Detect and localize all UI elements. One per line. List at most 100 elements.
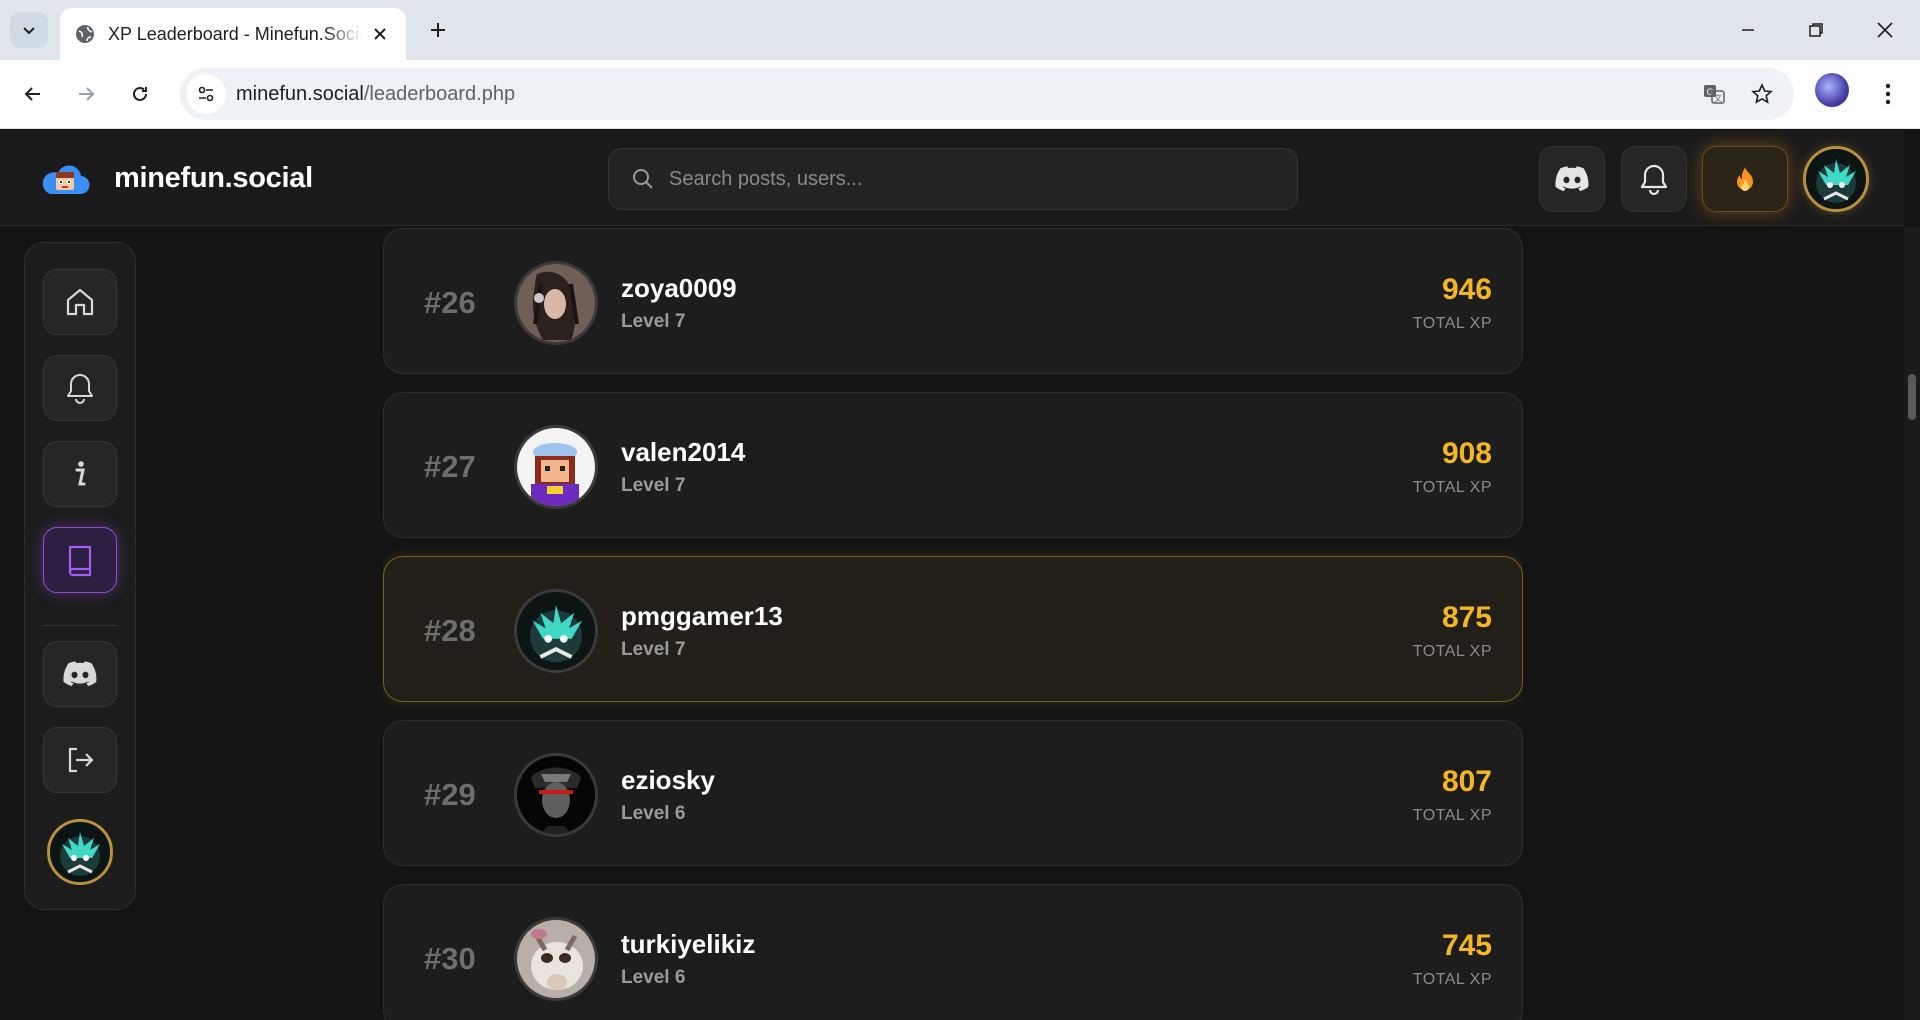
username[interactable]: eziosky — [621, 765, 715, 796]
browser-tabstrip: XP Leaderboard - Minefun.Social — [0, 0, 1920, 60]
forward-button[interactable] — [66, 74, 106, 114]
browser-tab-active[interactable]: XP Leaderboard - Minefun.Social — [60, 8, 406, 60]
url-path: /leaderboard.php — [363, 82, 516, 105]
discord-icon — [63, 661, 97, 687]
user-level: Level 7 — [621, 639, 686, 660]
info-icon — [75, 461, 86, 486]
site-header: minefun.social — [0, 130, 1904, 226]
sidebar-item-notifications[interactable] — [43, 355, 117, 421]
user-avatar[interactable] — [514, 753, 598, 837]
xp-label: TOTAL XP — [1412, 971, 1492, 988]
rank-number: #27 — [424, 449, 476, 484]
sidebar-item-discord[interactable] — [43, 641, 117, 707]
streak-button[interactable] — [1702, 146, 1788, 212]
arrow-right-icon — [79, 87, 95, 101]
xp-label: TOTAL XP — [1412, 807, 1492, 824]
username[interactable]: zoya0009 — [621, 273, 737, 304]
tab-title: XP Leaderboard - Minefun.Social — [108, 23, 362, 44]
user-avatar[interactable] — [514, 589, 598, 673]
globe-icon — [74, 23, 96, 45]
discord-button[interactable] — [1539, 146, 1605, 212]
username[interactable]: valen2014 — [621, 437, 745, 468]
sidebar-item-logout[interactable] — [43, 727, 117, 793]
reload-button[interactable] — [120, 74, 160, 114]
book-icon — [68, 545, 92, 577]
address-bar[interactable]: minefun.social/leaderboard.php G文 — [180, 68, 1794, 120]
user-level: Level 6 — [621, 803, 686, 824]
svg-text:文: 文 — [1714, 93, 1722, 103]
username[interactable]: turkiyelikiz — [621, 929, 755, 960]
browser-menu-button[interactable] — [1868, 74, 1908, 114]
user-avatar[interactable] — [514, 917, 598, 1001]
search-icon — [633, 169, 653, 189]
discord-icon — [1555, 166, 1589, 192]
sidebar-divider — [43, 625, 117, 626]
scrollbar-thumb[interactable] — [1908, 374, 1916, 420]
restore-icon — [1809, 23, 1823, 37]
leaderboard-row[interactable]: #29 eziosky Level 6 807 TOTAL XP — [383, 720, 1523, 866]
xp-value: 946 — [1441, 273, 1492, 306]
header-user-avatar[interactable] — [1803, 146, 1869, 212]
more-vert-icon — [1885, 83, 1891, 105]
xp-value: 875 — [1441, 601, 1492, 634]
fire-icon — [1737, 167, 1753, 191]
xp-value: 745 — [1441, 929, 1492, 962]
user-avatar[interactable] — [514, 261, 598, 345]
xp-label: TOTAL XP — [1412, 479, 1492, 496]
browser-profile-avatar[interactable] — [1815, 73, 1849, 107]
minimize-button[interactable] — [1725, 12, 1771, 48]
page-scrollbar[interactable] — [1904, 226, 1920, 1020]
search-input[interactable] — [669, 167, 1269, 191]
rank-number: #30 — [424, 941, 476, 976]
translate-icon: G文 — [1704, 85, 1725, 104]
user-level: Level 6 — [621, 967, 686, 988]
bell-icon — [67, 374, 93, 404]
leaderboard-list: #26 zoya0009 Level 7 946 TOTAL XP #27 va… — [383, 228, 1523, 1020]
sidebar-item-home[interactable] — [43, 269, 117, 335]
chevron-down-icon — [23, 27, 35, 35]
star-icon — [1751, 83, 1773, 104]
logout-icon — [68, 747, 94, 773]
leaderboard-row[interactable]: #27 valen2014 Level 7 908 TOTAL XP — [383, 392, 1523, 538]
restore-button[interactable] — [1793, 12, 1839, 48]
rank-number: #28 — [424, 613, 476, 648]
url-host: minefun.social — [236, 82, 364, 105]
leaderboard-row[interactable]: #26 zoya0009 Level 7 946 TOTAL XP — [383, 228, 1523, 374]
bell-icon — [1640, 164, 1668, 195]
reload-icon — [133, 86, 147, 101]
site-info-button[interactable] — [186, 74, 226, 114]
sidebar-item-info[interactable] — [43, 441, 117, 507]
url-text: minefun.social/leaderboard.php — [236, 83, 515, 106]
xp-label: TOTAL XP — [1412, 643, 1492, 660]
back-button[interactable] — [13, 74, 53, 114]
close-window-button[interactable] — [1862, 12, 1908, 48]
browser-toolbar: minefun.social/leaderboard.php G文 — [0, 60, 1920, 129]
close-icon — [1877, 22, 1893, 38]
site-logo-text[interactable]: minefun.social — [114, 162, 313, 195]
minimize-icon — [1742, 29, 1754, 31]
xp-value: 807 — [1441, 765, 1492, 798]
close-tab-icon[interactable] — [368, 22, 392, 46]
arrow-left-icon — [24, 87, 40, 101]
user-level: Level 7 — [621, 311, 686, 332]
home-icon — [66, 288, 94, 316]
tab-search-button[interactable] — [10, 12, 48, 48]
notifications-button[interactable] — [1621, 146, 1687, 212]
plus-icon — [431, 23, 445, 37]
bookmark-button[interactable] — [1742, 74, 1782, 114]
xp-label: TOTAL XP — [1412, 315, 1492, 332]
sidebar-item-leaderboard[interactable] — [43, 527, 117, 593]
xp-value: 908 — [1441, 437, 1492, 470]
leaderboard-row-current-user[interactable]: #28 pmggamer13 Level 7 875 TOTAL XP — [383, 556, 1523, 702]
search-bar[interactable] — [608, 148, 1298, 210]
rank-number: #29 — [424, 777, 476, 812]
leaderboard-row[interactable]: #30 turkiyelikiz Level 6 745 TOTAL XP — [383, 884, 1523, 1020]
username[interactable]: pmggamer13 — [621, 601, 783, 632]
user-level: Level 7 — [621, 475, 686, 496]
sidebar-user-avatar[interactable] — [47, 819, 113, 885]
translate-button[interactable]: G文 — [1694, 74, 1734, 114]
new-tab-button[interactable] — [422, 14, 454, 46]
tune-icon — [198, 86, 214, 102]
user-avatar[interactable] — [514, 425, 598, 509]
cloud-logo-icon[interactable] — [40, 158, 90, 198]
